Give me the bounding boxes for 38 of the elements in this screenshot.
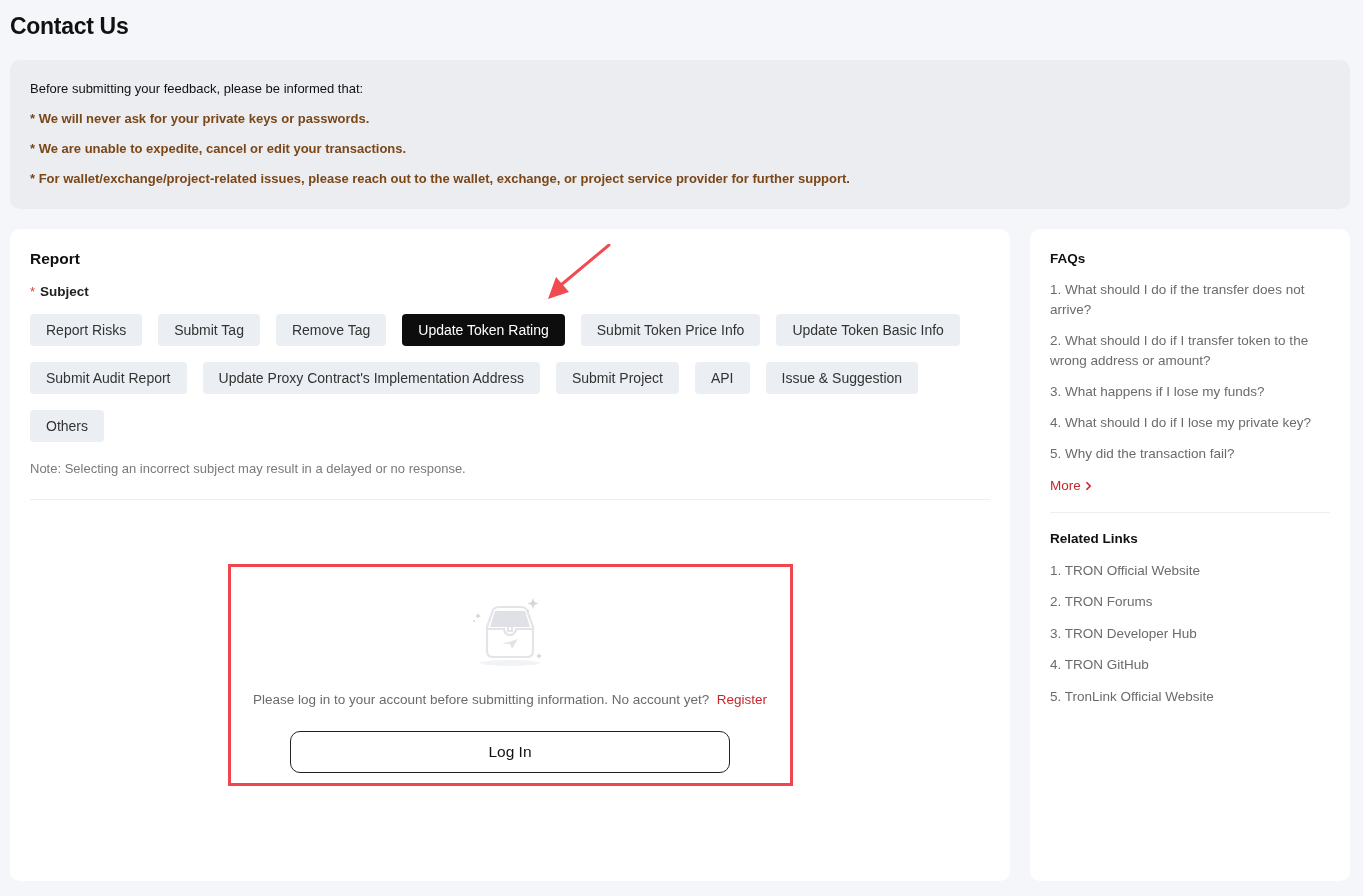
subject-note: Note: Selecting an incorrect subject may result in a delayed or no response. [30, 460, 467, 478]
report-title: Report [30, 249, 81, 269]
faq-link[interactable]: 4. What should I do if I lose my private key? [1050, 413, 1312, 433]
subject-option[interactable]: Update Proxy Contract's Implementation Address [202, 362, 540, 394]
faqs-title: FAQs [1050, 250, 1086, 268]
subject-option[interactable]: Others [30, 410, 104, 442]
subject-option[interactable]: Remove Tag [275, 314, 387, 346]
related-link[interactable]: 4. TRON GitHub [1050, 655, 1149, 675]
required-mark: * [30, 284, 36, 300]
subject-option[interactable]: Update Token Rating [402, 314, 565, 346]
notice-item: * We are unable to expedite, cancel or edit your transactions. [30, 140, 408, 158]
faq-link[interactable]: 3. What happens if I lose my funds? [1050, 382, 1265, 402]
subject-option[interactable]: Submit Project [555, 362, 679, 394]
page-title: Contact Us [10, 12, 130, 41]
notice-item: * We will never ask for your private keys or passwords. [30, 110, 371, 128]
subject-option[interactable]: Submit Audit Report [30, 362, 187, 394]
register-link[interactable]: Register [716, 692, 767, 707]
subject-option[interactable]: Issue & Suggestion [765, 362, 919, 394]
related-link[interactable]: 5. TronLink Official Website [1050, 686, 1214, 707]
related-link[interactable]: 2. TRON Forums [1050, 592, 1153, 612]
more-link[interactable]: More [1050, 476, 1092, 496]
login-button[interactable]: Log In [290, 731, 730, 773]
chevron-right-icon [1084, 481, 1092, 491]
subject-option[interactable]: Update Token Basic Info [776, 314, 960, 346]
notice-intro: Before submitting your feedback, please be informed that: [30, 80, 365, 98]
subject-label: Subject [40, 284, 89, 300]
faq-link[interactable]: 5. Why did the transaction fail? [1050, 444, 1235, 464]
login-prompt: Please log in to your account before submitting information. No account yet? Register [252, 691, 767, 709]
related-links-title: Related Links [1050, 530, 1138, 548]
subject-option[interactable]: Report Risks [30, 314, 143, 346]
notice-item: * For wallet/exchange/project-related issues, please reach out to the wallet, exchange, or project service provider for further support. [30, 170, 851, 188]
subject-option[interactable]: Submit Tag [158, 314, 260, 346]
subject-option[interactable]: Submit Token Price Info [580, 314, 761, 346]
faq-link[interactable]: 1. What should I do if the transfer does not arrive? [1050, 280, 1330, 320]
related-link[interactable]: 1. TRON Official Website [1050, 560, 1201, 581]
faq-link[interactable]: 2. What should I do if I transfer token to the wrong address or amount? [1050, 331, 1330, 371]
subject-option[interactable]: API [694, 362, 750, 394]
related-link[interactable]: 3. TRON Developer Hub [1050, 623, 1197, 644]
